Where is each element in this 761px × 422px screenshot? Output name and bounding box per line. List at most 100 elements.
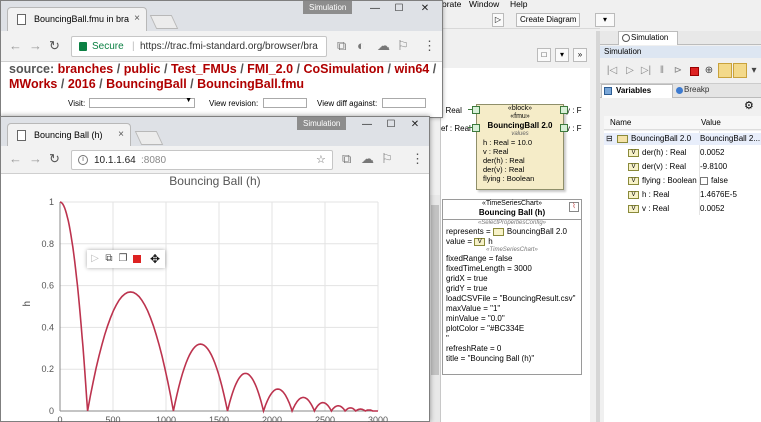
maximize-icon[interactable]: ☐ — [391, 3, 407, 15]
tab-title: BouncingBall.fmu in bra — [34, 14, 130, 24]
step-back-icon[interactable]: |◁ — [606, 65, 618, 77]
address-bar[interactable]: i 10.1.1.64 :8080 ☆ — [71, 150, 333, 170]
move-icon[interactable]: ✥ — [149, 253, 161, 265]
close-icon[interactable]: ✕ — [407, 119, 423, 131]
trigger-toggle-icon[interactable] — [733, 63, 747, 78]
chart-element-name: Bouncing Ball (h) — [443, 208, 581, 220]
sync-icon[interactable]: ⚐ — [381, 152, 393, 165]
tree-row[interactable]: Vder(v) : Real -9.8100 — [604, 161, 761, 173]
run-icon[interactable]: ▷ — [624, 65, 636, 77]
y-tick-label: 0.4 — [41, 322, 54, 332]
var-value[interactable]: 0.0052 — [700, 147, 760, 159]
maximize-icon[interactable]: ☐ — [383, 119, 399, 131]
var-value[interactable]: 1.4676E-5 — [700, 189, 760, 201]
minimize-icon[interactable]: — — [359, 119, 375, 131]
cast-icon[interactable]: ⧉ — [342, 152, 351, 165]
animate-icon[interactable]: ⊳ — [672, 65, 684, 77]
reload-icon[interactable]: ↻ — [49, 152, 60, 165]
in-port[interactable] — [472, 124, 480, 132]
block-icon — [617, 134, 628, 143]
close-tab-icon[interactable]: × — [134, 8, 140, 30]
run-icon[interactable]: ▷ — [89, 253, 101, 265]
sync-icon[interactable]: ⚐ — [397, 39, 409, 52]
out-port[interactable] — [560, 124, 568, 132]
menu-chevron-icon[interactable]: ▾ — [748, 65, 760, 77]
var-value[interactable]: -9.8100 — [700, 161, 760, 173]
tree-row[interactable]: Vv : Real 0.0052 — [604, 203, 761, 215]
step-icon[interactable]: ▷| — [640, 65, 652, 77]
breakpoint-toggle-icon[interactable] — [718, 63, 732, 78]
stop-icon[interactable] — [690, 67, 699, 76]
forward-icon[interactable]: → — [29, 152, 42, 165]
layout-icon[interactable]: ▾ — [595, 13, 615, 27]
target-icon[interactable]: ⊕ — [703, 65, 715, 77]
diff-input[interactable] — [382, 98, 426, 108]
breadcrumb-link[interactable]: BouncingBall.fmu — [197, 77, 304, 91]
fmu-block[interactable]: «block» «fmu» BouncingBall 2.0 values h … — [476, 104, 564, 190]
play-icon[interactable]: ▷ — [492, 13, 504, 27]
column-value[interactable]: Value — [701, 118, 721, 127]
more-icon[interactable]: » — [573, 48, 587, 62]
breadcrumb-link[interactable]: public — [124, 62, 161, 76]
close-icon[interactable]: ✕ — [417, 3, 433, 15]
stop-icon[interactable] — [133, 255, 141, 263]
block-value: v : Real — [483, 147, 509, 156]
reload-icon[interactable]: ↻ — [49, 39, 60, 52]
diagram-scrollbar-thumb[interactable] — [431, 205, 439, 375]
dropdown-chevron-icon[interactable]: ▾ — [555, 48, 569, 62]
minimize-icon[interactable]: — — [367, 3, 383, 15]
simulation-badge: Simulation — [297, 117, 347, 130]
cast-icon[interactable]: ⧉ — [337, 39, 346, 52]
bookmark-star-icon[interactable]: ☆ — [316, 151, 326, 169]
menu-help[interactable]: Help — [510, 0, 527, 9]
cloud-icon[interactable]: ☁ — [377, 39, 390, 52]
chart-area[interactable]: 0 0.2 0.4 0.6 0.8 1 0 500 1000 1500 2000 2500 3000 h — [0, 190, 428, 422]
back-icon[interactable]: ← — [9, 39, 22, 52]
new-tab-button[interactable] — [134, 131, 164, 145]
breadcrumb-link[interactable]: branches — [58, 62, 114, 76]
column-name[interactable]: Name — [610, 118, 631, 127]
time-series-chart-element[interactable]: ⌇ «TimeSeriesChart» Bouncing Ball (h) «S… — [442, 199, 582, 375]
collapse-icon[interactable]: ⊟ — [606, 133, 613, 145]
breadcrumb-link[interactable]: 2016 — [68, 77, 96, 91]
simulation-toolbar: |◁ ▷ ▷| ‖ ⊳ ⊕ ▾ — [600, 58, 761, 84]
tree-row[interactable]: Vder(h) : Real 0.0052 — [604, 147, 761, 159]
breadcrumb-link[interactable]: FMI_2.0 — [247, 62, 293, 76]
pause-icon[interactable]: ‖ — [656, 65, 668, 77]
breadcrumb-link[interactable]: win64 — [395, 62, 430, 76]
zoom-icon[interactable]: □ — [537, 48, 551, 62]
visit-select[interactable]: ▼ — [89, 97, 195, 108]
in-port[interactable] — [472, 106, 480, 114]
browser-tab[interactable]: BouncingBall.fmu in bra × — [7, 7, 147, 31]
extension-icon[interactable]: ◐ — [357, 39, 365, 52]
menu-operate[interactable]: orate — [442, 0, 461, 9]
menu-icon[interactable]: ⋮ — [423, 39, 436, 52]
checkbox[interactable] — [700, 177, 708, 185]
tree-row[interactable]: Vflying : Boolean false — [604, 175, 761, 187]
breadcrumb-link[interactable]: CoSimulation — [303, 62, 384, 76]
gear-icon[interactable]: ⚙ — [744, 100, 756, 112]
copy-icon[interactable]: ❐ — [117, 253, 129, 265]
var-value[interactable]: 0.0052 — [700, 203, 760, 215]
menu-icon[interactable]: ⋮ — [411, 152, 424, 165]
out-port[interactable] — [560, 106, 568, 114]
new-tab-button[interactable] — [149, 15, 179, 29]
forward-icon[interactable]: → — [29, 39, 42, 52]
camera-icon[interactable]: ⧉ — [103, 253, 115, 265]
cloud-icon[interactable]: ☁ — [361, 152, 374, 165]
block-icon — [492, 227, 504, 236]
back-icon[interactable]: ← — [9, 152, 22, 165]
close-tab-icon[interactable]: × — [118, 124, 124, 146]
menu-window[interactable]: Window — [469, 0, 499, 9]
tree-row[interactable]: Vh : Real 1.4676E-5 — [604, 189, 761, 201]
chart-prop: loadCSVFile = "BouncingResult.csv" — [446, 294, 576, 303]
breadcrumb-link[interactable]: Test_FMUs — [171, 62, 237, 76]
breadcrumb-link[interactable]: BouncingBall — [106, 77, 187, 91]
revision-input[interactable] — [263, 98, 307, 108]
simulation-badge: Simulation — [303, 1, 353, 14]
tree-row-root[interactable]: ⊟ BouncingBall 2.0 BouncingBall 2.... — [604, 133, 761, 145]
browser-tab[interactable]: Bouncing Ball (h) × — [7, 123, 131, 147]
breadcrumb-link[interactable]: MWorks — [9, 77, 57, 91]
create-diagram-button[interactable]: Create Diagram — [516, 13, 581, 27]
address-bar[interactable]: Secure | https://trac.fmi-standard.org/b… — [71, 36, 327, 57]
